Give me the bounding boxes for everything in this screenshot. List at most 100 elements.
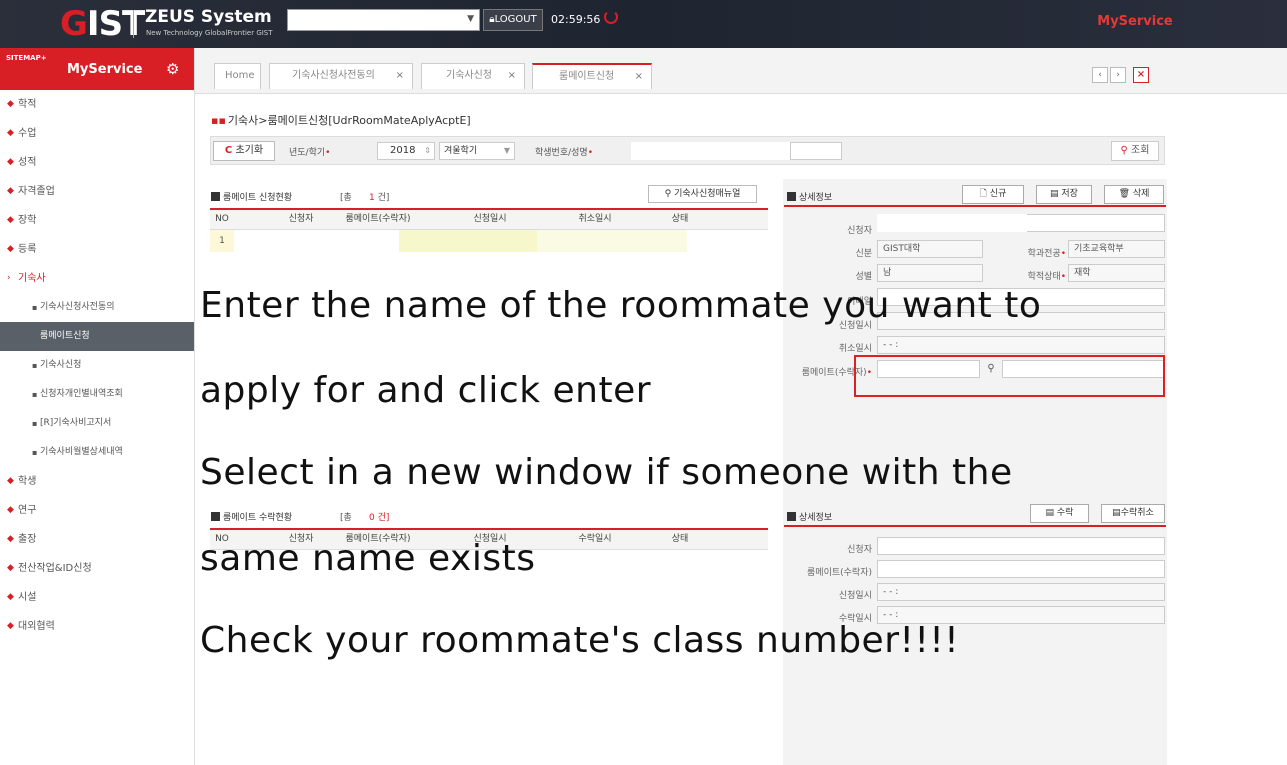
tab-home[interactable]: Home (214, 63, 261, 89)
count-value: 0 (368, 513, 375, 523)
sitemap-link[interactable]: SITEMAP+ (6, 54, 47, 62)
instruction-line-4: same name exists (200, 538, 536, 579)
year-sem-label: 년도/학기• (289, 145, 330, 158)
chevron-right-icon: › (1116, 70, 1120, 80)
bullet-icon: ◆ (7, 592, 14, 602)
sidebar-subitem-applicant-history[interactable]: ▪ 신청자개인별내역조회 (0, 380, 194, 409)
sidebar-subitem-label: 기숙사신청 (40, 360, 82, 370)
sidebar-subitem-dorm-consent[interactable]: ▪ 기숙사신청사전동의 (0, 293, 194, 322)
sidebar-item-dormitory[interactable]: › 기숙사 (0, 264, 194, 293)
reset-button[interactable]: C 초기화 (213, 141, 275, 161)
logout-button[interactable]: 🔒︎LOGOUT (483, 9, 543, 31)
sidebar-subitem-roommate[interactable]: 룸메이트신청 (0, 322, 194, 351)
section-icon (787, 192, 796, 201)
required-marker: • (325, 148, 331, 158)
detail-title-2: 상세정보 (787, 510, 832, 523)
logo-ist: IST (86, 4, 145, 44)
row-number: 1 (210, 230, 234, 252)
sidebar-subitem-label: 기숙사비월별상세내역 (40, 447, 123, 457)
square-bullet-icon: ▪ (32, 361, 38, 370)
table-row[interactable]: 1 (210, 230, 768, 252)
session-timer: 02:59:56 (551, 13, 601, 26)
section-title-text: 상세정보 (799, 193, 833, 203)
search-icon: ⚲ (1120, 145, 1128, 156)
square-bullet-icon: ▪ (32, 419, 38, 428)
count-prefix: [총 (340, 513, 352, 523)
search-button[interactable]: ⚲ 조회 (1111, 141, 1159, 161)
spinner-icon[interactable]: ⇕ (424, 143, 431, 159)
sidebar-item-registration[interactable]: ◆ 등록 (0, 235, 194, 264)
user-select[interactable]: ▼ (287, 9, 480, 31)
gist-logo[interactable]: GIST (60, 4, 145, 44)
sidebar-item-external-relations[interactable]: ◆ 대외협력 (0, 612, 194, 641)
logout-label: LOGOUT (494, 14, 537, 25)
status-field: GIST대학 (877, 240, 983, 258)
page-title: ▪▪ 기숙사>룸메이트신청[UdrRoomMateAplyAcptE] (211, 112, 471, 128)
sidebar-item-it-request[interactable]: ◆ 전산작업&ID신청 (0, 554, 194, 583)
section-icon (211, 512, 220, 521)
apply-date-label: 신청일시 (838, 591, 872, 601)
student-name-input[interactable] (790, 142, 842, 160)
sidebar-item-academic[interactable]: ◆ 학적 (0, 90, 194, 119)
required-marker: • (1060, 249, 1066, 259)
count-suffix: 건] (377, 193, 390, 203)
student-label-text: 학생번호/성명 (535, 148, 588, 158)
close-icon[interactable]: × (396, 64, 404, 88)
sidebar-item-student[interactable]: ◆ 학생 (0, 467, 194, 496)
grid-icon: ▪▪ (211, 114, 226, 127)
system-name: ZEUS System (145, 7, 272, 27)
detail-divider (784, 525, 1166, 527)
sidebar-subitem-dorm-bill[interactable]: ▪ [R]기숙사비고지서 (0, 409, 194, 438)
refresh-icon[interactable] (604, 10, 618, 24)
tab-prev-button[interactable]: ‹ (1092, 67, 1108, 83)
top-bar: GIST ZEUS System New Technology GlobalFr… (0, 0, 1287, 48)
close-icon: × (1136, 69, 1146, 80)
sidebar-item-graduation[interactable]: ◆ 자격졸업 (0, 177, 194, 206)
close-all-tabs-button[interactable]: × (1133, 67, 1149, 83)
acceptance-count: [총 0 건] (340, 510, 389, 523)
dorm-manual-button[interactable]: ⚲ 기숙사신청매뉴얼 (648, 185, 757, 203)
tab-dorm-consent[interactable]: 기숙사신청사전동의 × (269, 63, 413, 89)
sidebar-item-label: 학생 (18, 476, 37, 487)
bullet-icon: ◆ (7, 157, 14, 167)
bullet-icon: ◆ (7, 505, 14, 515)
year-input[interactable]: 2018 ⇕ (377, 142, 435, 160)
bullet-icon: ◆ (7, 186, 14, 196)
semester-select[interactable]: 겨울학기 ▼ (439, 142, 515, 160)
required-marker: • (1060, 272, 1066, 282)
new-doc-icon: 🗋︎ (979, 189, 987, 199)
section-title-text: 룸메이트 수락현황 (223, 513, 293, 523)
sidebar-item-research[interactable]: ◆ 연구 (0, 496, 194, 525)
sidebar-item-business-trip[interactable]: ◆ 출장 (0, 525, 194, 554)
gear-icon[interactable]: ⚙ (166, 60, 179, 78)
sidebar-item-label: 기숙사 (18, 273, 46, 284)
column-header: 신청일시 (473, 214, 507, 224)
sidebar-item-scholarship[interactable]: ◆ 장학 (0, 206, 194, 235)
tab-dorm-apply[interactable]: 기숙사신청 × (421, 63, 525, 89)
sidebar-item-label: 출장 (18, 534, 37, 545)
sidebar-item-label: 연구 (18, 505, 37, 516)
table-cell (537, 230, 687, 252)
close-icon[interactable]: × (508, 64, 516, 88)
sidebar-item-classes[interactable]: ◆ 수업 (0, 119, 194, 148)
sidebar-item-label: 대외협력 (18, 621, 55, 632)
delete-button[interactable]: 🗑︎ 삭제 (1104, 185, 1164, 204)
accept-button[interactable]: ▤ 수락 (1030, 504, 1089, 523)
accept-label: 수락 (1056, 508, 1074, 518)
sidebar-subitem-dorm-apply[interactable]: ▪ 기숙사신청 (0, 351, 194, 380)
applicant-label: 신청자 (847, 545, 872, 555)
myservice-link[interactable]: MyService (1080, 0, 1190, 48)
sidebar-subitem-label: 신청자개인별내역조회 (40, 389, 123, 399)
close-icon[interactable]: × (635, 65, 643, 89)
section-title-text: 상세정보 (799, 513, 833, 523)
tab-roommate[interactable]: 룸메이트신청 × (532, 63, 652, 89)
sidebar-item-grades[interactable]: ◆ 성적 (0, 148, 194, 177)
sidebar-subitem-monthly-detail[interactable]: ▪ 기숙사비월별상세내역 (0, 438, 194, 467)
bullet-icon: ◆ (7, 244, 14, 254)
new-button[interactable]: 🗋︎ 신규 (962, 185, 1024, 204)
save-button[interactable]: ▤ 저장 (1036, 185, 1092, 204)
screen: GIST ZEUS System New Technology GlobalFr… (0, 0, 1287, 765)
sidebar-item-facilities[interactable]: ◆ 시설 (0, 583, 194, 612)
tab-next-button[interactable]: › (1110, 67, 1126, 83)
accept-cancel-button[interactable]: ▤수락취소 (1101, 504, 1165, 523)
